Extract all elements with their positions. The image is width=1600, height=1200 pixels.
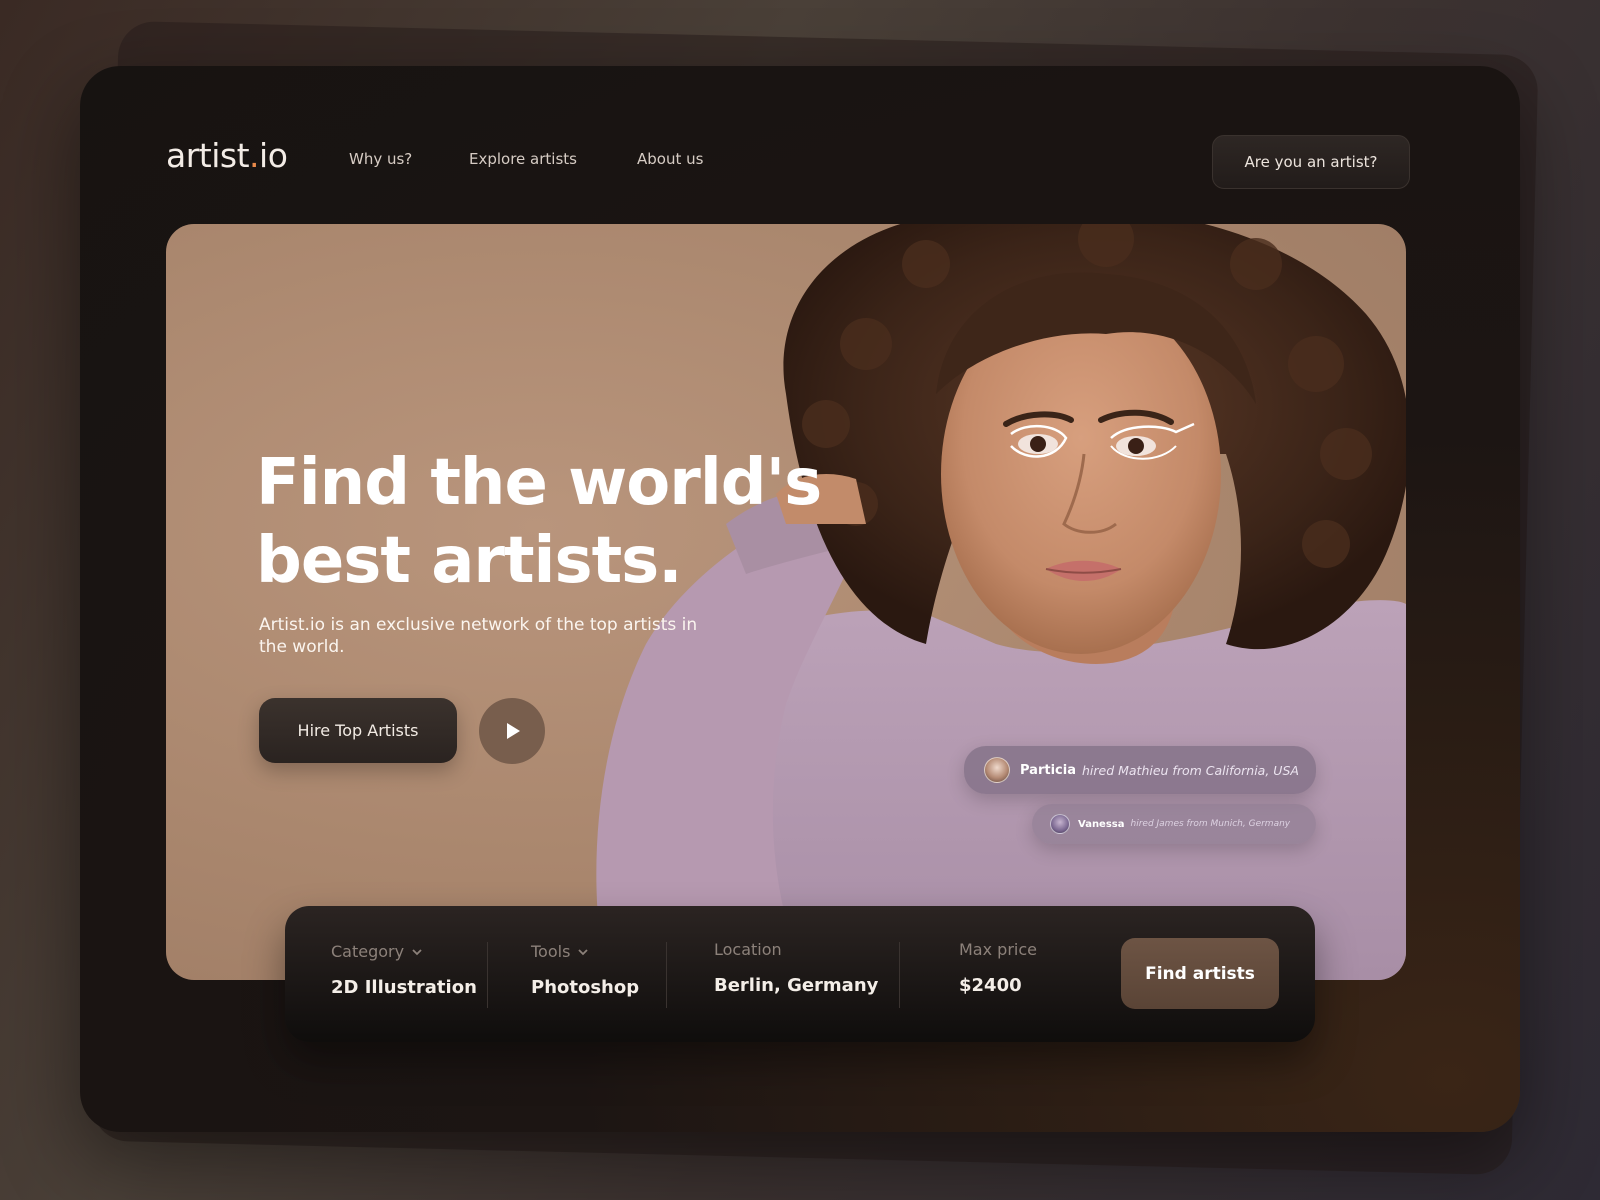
category-select[interactable]: Category 2D Illustration [331, 942, 477, 998]
logo-suffix: io [259, 136, 288, 175]
headline-line-2: best artists. [256, 524, 683, 598]
find-artists-button[interactable]: Find artists [1121, 938, 1279, 1009]
logo-text: artist [166, 136, 250, 175]
hero-subtext: Artist.io is an exclusive network of the… [259, 615, 698, 657]
nav-about-us[interactable]: About us [637, 150, 703, 168]
nav-explore-artists[interactable]: Explore artists [469, 150, 577, 168]
avatar [1050, 814, 1070, 834]
tools-select[interactable]: Tools Photoshop [531, 942, 639, 998]
location-label: Location [714, 940, 782, 959]
tools-label: Tools [531, 942, 571, 961]
max-price-field[interactable]: Max price $2400 [959, 940, 1037, 996]
notification-message: hired Mathieu from California, USA [1081, 762, 1299, 778]
main-card: artist.io Why us? Explore artists About … [80, 66, 1520, 1132]
search-bar: Category 2D Illustration Tools Photoshop… [285, 906, 1315, 1042]
hero-headline: Find the world's best artists. [256, 444, 822, 600]
category-value: 2D Illustration [331, 977, 477, 998]
max-price-label: Max price [959, 940, 1037, 959]
hire-top-artists-button[interactable]: Hire Top Artists [259, 698, 457, 763]
hero-portrait-image [596, 224, 1406, 980]
divider [899, 942, 900, 1008]
headline-line-1: Find the world's [256, 446, 822, 520]
divider [666, 942, 667, 1008]
chevron-down-icon [412, 948, 422, 955]
chevron-down-icon [578, 948, 589, 955]
category-label: Category [331, 942, 405, 961]
divider [487, 942, 488, 1008]
location-field[interactable]: Location Berlin, Germany [714, 940, 878, 996]
max-price-value: $2400 [959, 975, 1022, 996]
logo[interactable]: artist.io [166, 136, 288, 175]
notification-message: hired James from Munich, Germany [1130, 819, 1291, 829]
play-icon [507, 723, 520, 739]
notification-name: Vanessa [1078, 818, 1125, 830]
location-value: Berlin, Germany [714, 975, 879, 996]
play-video-button[interactable] [479, 698, 545, 764]
avatar [984, 757, 1010, 783]
hire-notification: Particia hired Mathieu from California, … [964, 746, 1316, 794]
are-you-an-artist-button[interactable]: Are you an artist? [1212, 135, 1410, 189]
notification-name: Particia [1020, 762, 1076, 778]
hire-notification: Vanessa hired James from Munich, Germany [1032, 804, 1316, 844]
nav-why-us[interactable]: Why us? [349, 150, 412, 168]
hero-banner: Find the world's best artists. Artist.io… [166, 224, 1406, 980]
tools-value: Photoshop [531, 977, 640, 998]
logo-dot: . [249, 136, 260, 175]
